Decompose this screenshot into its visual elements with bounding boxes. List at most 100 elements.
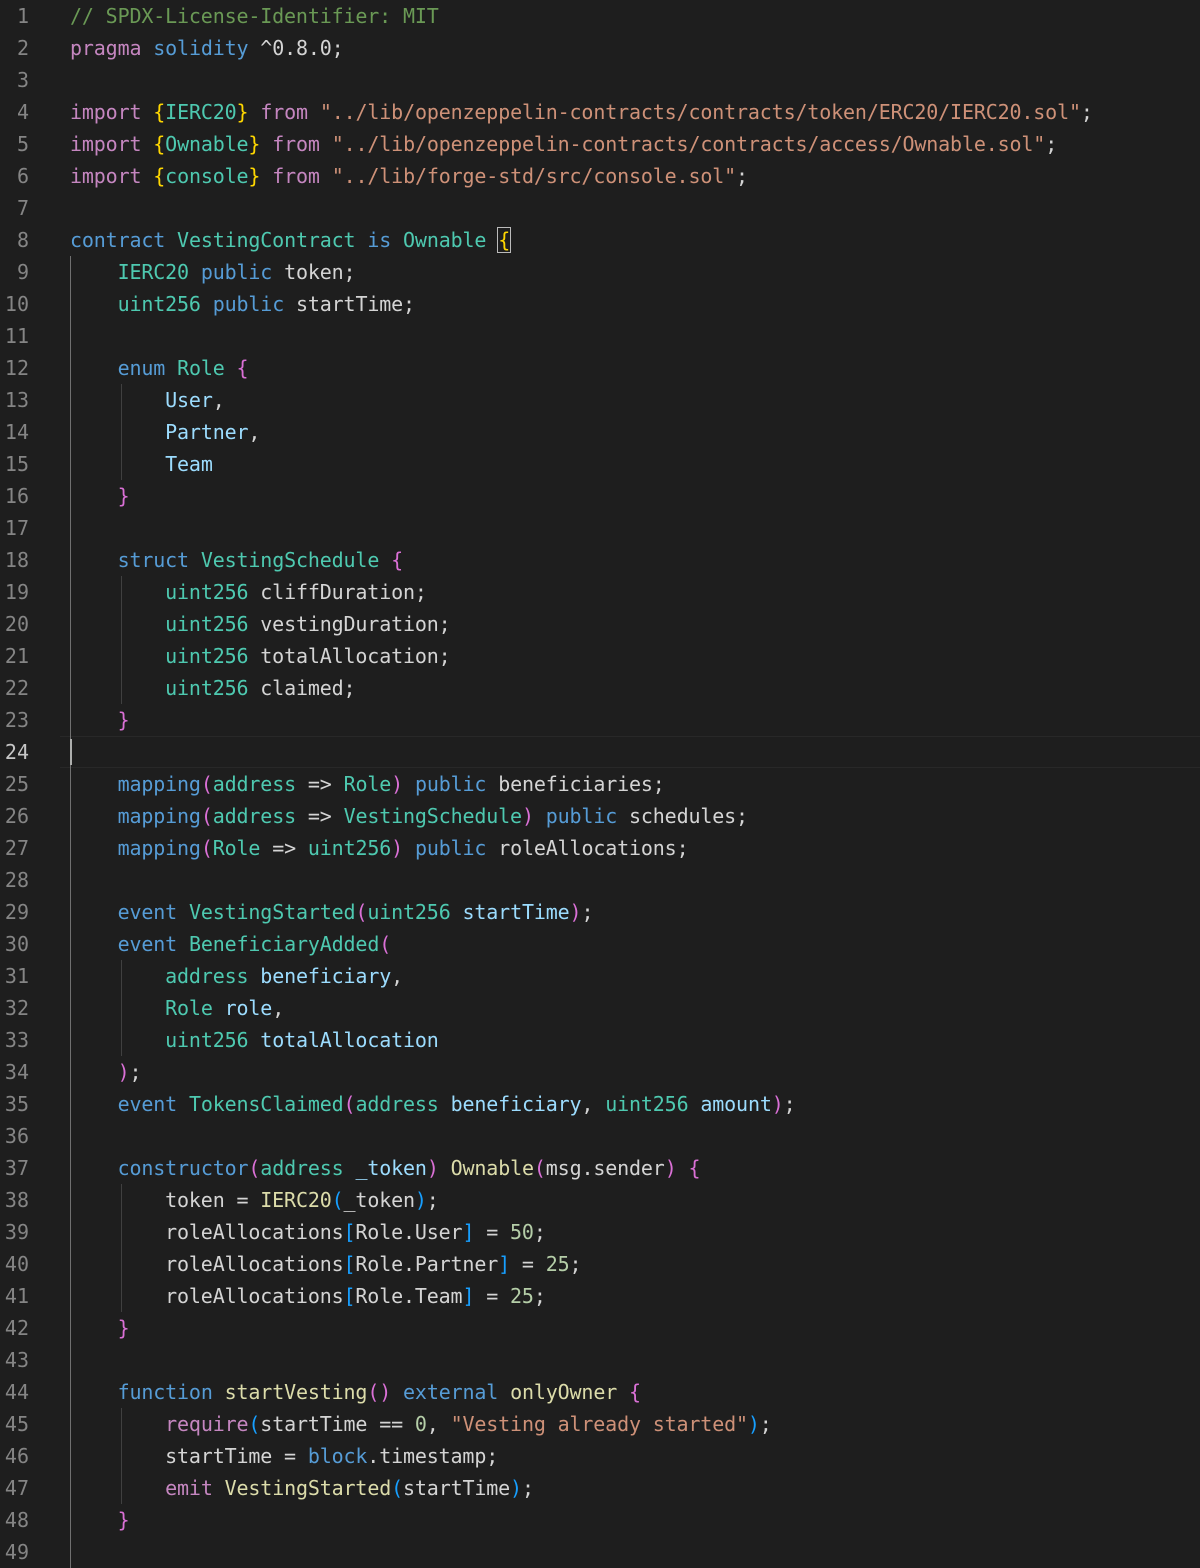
code-token: roleAllocations;: [486, 836, 689, 860]
code-line[interactable]: startTime = block.timestamp;: [70, 1440, 498, 1472]
line-number: 9: [16, 260, 29, 284]
code-token: require: [165, 1412, 249, 1436]
line-number: 10: [4, 292, 29, 316]
code-line[interactable]: );: [70, 1056, 142, 1088]
code-line[interactable]: pragma solidity ^0.8.0;: [70, 32, 344, 64]
code-line[interactable]: import {Ownable} from "../lib/openzeppel…: [70, 128, 1057, 160]
code-line[interactable]: contract VestingContract is Ownable {: [70, 224, 512, 256]
code-line[interactable]: uint256 public startTime;: [70, 288, 415, 320]
code-token: "../lib/openzeppelin-contracts/contracts…: [319, 100, 1081, 124]
code-token: VestingSchedule: [343, 804, 523, 828]
code-line[interactable]: Role role,: [70, 992, 284, 1024]
code-line[interactable]: import {IERC20} from "../lib/openzeppeli…: [70, 96, 1093, 128]
code-token: {: [629, 1380, 641, 1404]
code-token: {: [153, 100, 166, 124]
code-token: ,: [272, 996, 285, 1020]
code-line[interactable]: uint256 vestingDuration;: [70, 608, 451, 640]
code-line[interactable]: uint256 cliffDuration;: [70, 576, 427, 608]
code-token: from: [272, 132, 320, 156]
code-token: uint256: [117, 292, 201, 316]
line-number: 6: [16, 164, 29, 188]
code-line[interactable]: roleAllocations[Role.Team] = 25;: [70, 1280, 546, 1312]
code-token: Role.Team: [355, 1284, 463, 1308]
code-line[interactable]: mapping(Role => uint256) public roleAllo…: [70, 832, 689, 864]
code-line[interactable]: event VestingStarted(uint256 startTime);: [70, 896, 594, 928]
code-line[interactable]: Partner,: [70, 416, 260, 448]
code-line[interactable]: uint256 totalAllocation;: [70, 640, 451, 672]
code-token: }: [117, 708, 130, 732]
code-token: claimed;: [248, 676, 356, 700]
code-line[interactable]: address beneficiary,: [70, 960, 403, 992]
code-token: ;: [569, 1252, 582, 1276]
code-token: ;: [533, 1284, 546, 1308]
code-token: startTime: [403, 1476, 511, 1500]
code-token: token;: [272, 260, 356, 284]
code-line[interactable]: }: [70, 1312, 130, 1344]
code-line[interactable]: }: [70, 480, 130, 512]
code-token: Ownable: [450, 1156, 534, 1180]
code-token: address: [212, 804, 296, 828]
line-number: 2: [16, 36, 29, 60]
code-token: (: [331, 1188, 344, 1212]
line-number: 41: [4, 1284, 29, 1308]
code-line[interactable]: struct VestingSchedule {: [70, 544, 404, 576]
code-line[interactable]: event TokensClaimed(address beneficiary,…: [70, 1088, 796, 1120]
code-token: {: [236, 356, 249, 380]
code-line[interactable]: }: [70, 1504, 130, 1536]
code-token: vestingDuration;: [248, 612, 451, 636]
code-line[interactable]: User,: [70, 384, 225, 416]
code-token: uint256: [367, 900, 451, 924]
code-line[interactable]: // SPDX-License-Identifier: MIT: [70, 0, 439, 32]
code-line[interactable]: roleAllocations[Role.User] = 50;: [70, 1216, 546, 1248]
code-token: {: [688, 1156, 701, 1180]
code-line[interactable]: enum Role {: [70, 352, 249, 384]
code-line[interactable]: mapping(address => Role) public benefici…: [70, 768, 665, 800]
line-number: 38: [4, 1188, 29, 1212]
code-line[interactable]: token = IERC20(_token);: [70, 1184, 439, 1216]
code-line[interactable]: IERC20 public token;: [70, 256, 356, 288]
code-line[interactable]: constructor(address _token) Ownable(msg.…: [70, 1152, 701, 1184]
code-token: [: [343, 1284, 356, 1308]
line-number: 19: [4, 580, 29, 604]
code-line[interactable]: uint256 claimed;: [70, 672, 355, 704]
code-line[interactable]: }: [70, 704, 130, 736]
code-token: ): [664, 1156, 677, 1180]
code-token: startTime ==: [260, 1412, 415, 1436]
code-token: startTime =: [70, 1444, 308, 1468]
code-line[interactable]: function startVesting() external onlyOwn…: [70, 1376, 641, 1408]
code-token: uint256: [605, 1092, 689, 1116]
code-line[interactable]: Team: [70, 448, 213, 480]
code-editor[interactable]: 1 2 3 4 5 6 7 8 9 10 11 12 13 14 15 16 17 18 19 20 21 22 23 24 2…: [0, 0, 1200, 1568]
code-token: Team: [165, 452, 213, 476]
line-number: 25: [4, 772, 29, 796]
code-line[interactable]: roleAllocations[Role.Partner] = 25;: [70, 1248, 581, 1280]
code-line[interactable]: import {console} from "../lib/forge-std/…: [70, 160, 748, 192]
code-line[interactable]: mapping(address => VestingSchedule) publ…: [70, 800, 748, 832]
code-token: (: [248, 1156, 261, 1180]
code-token: IERC20: [165, 100, 237, 124]
code-token: from: [272, 164, 320, 188]
code-token: "Vesting already started": [450, 1412, 748, 1436]
code-token: Role.Partner: [355, 1252, 499, 1276]
code-line[interactable]: require(startTime == 0, "Vesting already…: [70, 1408, 772, 1440]
code-token: public: [414, 836, 487, 860]
code-token: event: [117, 900, 178, 924]
code-line[interactable]: uint256 totalAllocation: [70, 1024, 439, 1056]
code-token: public: [545, 804, 618, 828]
code-token: struct: [117, 548, 190, 572]
code-line[interactable]: emit VestingStarted(startTime);: [70, 1472, 534, 1504]
code-line[interactable]: event BeneficiaryAdded(: [70, 928, 392, 960]
code-token: (: [200, 772, 213, 796]
code-token: User: [165, 388, 213, 412]
